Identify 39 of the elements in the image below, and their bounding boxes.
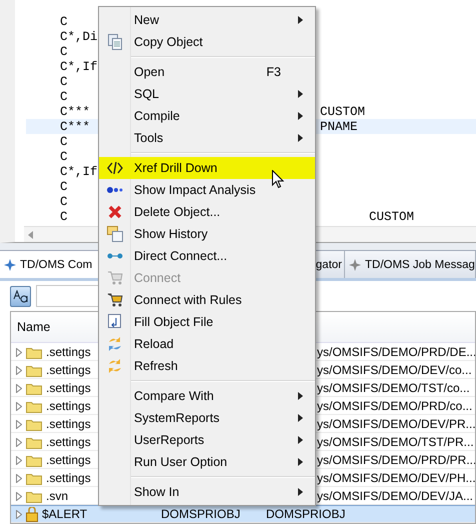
code-text: C <box>60 44 68 58</box>
code-text: C <box>60 90 68 104</box>
code-text: C*,If <box>60 60 98 74</box>
name-cell: .settings <box>46 471 91 485</box>
code-text: C <box>60 150 68 164</box>
table-cell: ys/OMSIFS/DEMO/DEV/PH... <box>317 471 475 485</box>
table-cell: ys/OMSIFS/DEMO/PRD/co... <box>317 399 472 413</box>
name-cell: .settings <box>46 417 91 431</box>
code-text: C*** <box>60 120 90 134</box>
table-cell: ys/OMSIFS/DEMO/TST/co... <box>317 381 470 395</box>
name-cell: .settings <box>46 381 91 395</box>
name-cell: .settings <box>46 345 91 359</box>
name-cell: .svn <box>46 489 68 503</box>
code-text: C <box>60 180 68 194</box>
table-cell: ys/OMSIFS/DEMO/PRD/PR... <box>317 453 475 467</box>
code-text: C <box>60 134 68 148</box>
table-cell: ys/OMSIFS/DEMO/TST/PR... <box>317 435 474 449</box>
code-text: PNAME <box>320 120 358 134</box>
table-cell: ys/OMSIFS/DEMO/DEV/co... <box>317 363 472 377</box>
code-text: C*,If <box>60 164 98 178</box>
code-text: C <box>60 194 68 208</box>
table-cell: ys/OMSIFS/DEMO/PRD/DE... <box>317 345 475 359</box>
code-text: C <box>60 74 68 88</box>
shortcut-text: F3 <box>266 65 282 79</box>
table-cell: ys/OMSIFS/DEMO/DEV/PR... <box>317 417 475 431</box>
code-text: C <box>60 210 68 224</box>
name-cell: .settings <box>46 453 91 467</box>
name-cell: .settings <box>46 363 91 377</box>
code-text: CUSTOM <box>369 210 414 224</box>
table-cell: DOMSPRIOBJ <box>266 507 346 521</box>
code-text: CUSTOM <box>320 104 366 118</box>
code-text: C*** <box>60 104 90 118</box>
code-text: C*,Di <box>60 30 98 44</box>
name-cell: $ALERT <box>42 507 88 521</box>
table-cell: ys/OMSIFS/DEMO/DEV/JA... <box>317 489 474 503</box>
name-cell: .settings <box>46 435 91 449</box>
table-cell: DOMSPRIOBJ <box>161 507 240 521</box>
name-cell: .settings <box>46 399 91 413</box>
code-text: C <box>60 14 68 28</box>
